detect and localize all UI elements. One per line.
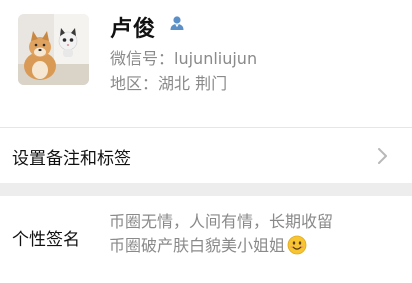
wechat-id: 微信号：lujunliujun [110, 45, 257, 69]
set-remark-and-tags-label: 设置备注和标签 [12, 149, 131, 169]
region-value: 湖北 荆门 [158, 74, 228, 93]
signature-label: 个性签名 [12, 230, 80, 250]
profile-name: 卢俊 [110, 17, 157, 42]
signature-line-1: 币圈无情，人间有情，长期收留 [109, 212, 334, 231]
region-label: 地区： [110, 74, 159, 93]
region: 地区：湖北 荆门 [110, 70, 227, 94]
section-separator [0, 183, 412, 196]
signature-line-2-wrap: 币圈破产肤白貌美小姐姐 [109, 234, 409, 258]
signature-row: 个性签名 币圈无情，人间有情，长期收留 币圈破产肤白貌美小姐姐 [0, 196, 412, 283]
male-user-icon [168, 14, 186, 32]
set-remark-and-tags-row[interactable]: 设置备注和标签 [0, 128, 412, 182]
wechat-id-value: lujunliujun [174, 49, 258, 68]
wechat-id-label: 微信号： [110, 49, 175, 68]
profile-header: 卢俊 微信号：lujunliujun 地区：湖北 荆门 [0, 0, 412, 118]
avatar[interactable] [18, 14, 89, 85]
signature-text: 币圈无情，人间有情，长期收留 币圈破产肤白貌美小姐姐 [109, 210, 409, 258]
chevron-right-icon [377, 147, 389, 165]
signature-line-2: 币圈破产肤白貌美小姐姐 [109, 236, 286, 255]
smile-emoji-icon [287, 235, 307, 255]
avatar-photo [18, 14, 89, 85]
